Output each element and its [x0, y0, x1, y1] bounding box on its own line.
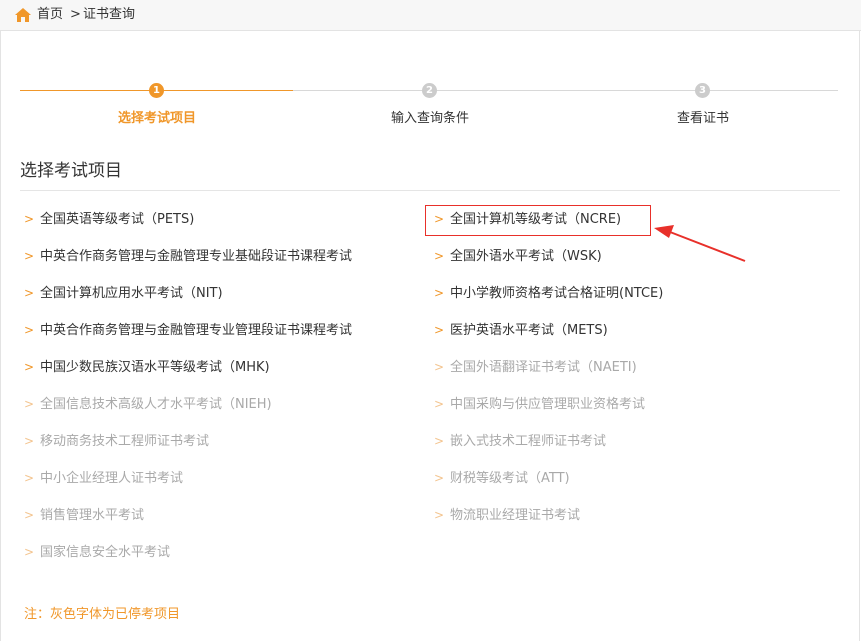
exam-item[interactable]: > 全国外语水平考试（WSK) — [434, 246, 602, 266]
chevron-right-icon: > — [434, 323, 445, 337]
frame-right-border — [859, 30, 860, 641]
exam-item-label: 销售管理水平考试 — [40, 508, 145, 523]
exam-item-label: 中国少数民族汉语水平等级考试（MHK) — [40, 360, 270, 375]
exam-item-label: 中小企业经理人证书考试 — [40, 471, 184, 486]
exam-item-disabled: > 物流职业经理证书考试 — [434, 505, 580, 525]
chevron-right-icon: > — [24, 397, 35, 411]
section-divider — [20, 190, 840, 191]
exam-item-label: 医护英语水平考试（METS) — [450, 323, 608, 338]
exam-item-disabled: > 销售管理水平考试 — [24, 505, 144, 525]
breadcrumb-bar: 首页 > 证书查询 — [0, 0, 861, 31]
exam-item-label: 中英合作商务管理与金融管理专业管理段证书课程考试 — [40, 323, 353, 338]
step-1-label: 选择考试项目 — [117, 111, 196, 126]
exam-item-label: 全国信息技术高级人才水平考试（NIEH) — [40, 397, 272, 412]
exam-item-label: 全国外语水平考试（WSK) — [450, 249, 602, 264]
highlight-box — [425, 205, 651, 236]
chevron-right-icon: > — [434, 508, 445, 522]
exam-item-disabled: > 财税等级考试（ATT) — [434, 468, 570, 488]
step-2-label: 输入查询条件 — [390, 111, 469, 126]
chevron-right-icon: > — [24, 360, 35, 374]
chevron-right-icon: > — [434, 471, 445, 485]
step-1-number: 1 — [149, 83, 164, 98]
chevron-right-icon: > — [24, 212, 35, 226]
red-arrow-icon — [654, 225, 746, 262]
step-3-label: 查看证书 — [676, 111, 729, 126]
exam-item-disabled: > 中小企业经理人证书考试 — [24, 468, 183, 488]
exam-item-label: 物流职业经理证书考试 — [450, 508, 581, 523]
exam-item-label: 中英合作商务管理与金融管理专业基础段证书课程考试 — [40, 249, 353, 264]
exam-item-disabled: > 全国信息技术高级人才水平考试（NIEH) — [24, 394, 272, 414]
exam-item-disabled: > 移动商务技术工程师证书考试 — [24, 431, 209, 451]
exam-item-label: 国家信息安全水平考试 — [40, 545, 171, 560]
exam-item[interactable]: > 中国少数民族汉语水平等级考试（MHK) — [24, 357, 270, 377]
chevron-right-icon: > — [434, 397, 445, 411]
exam-item-disabled: > 嵌入式技术工程师证书考试 — [434, 431, 606, 451]
exam-item[interactable]: > 中英合作商务管理与金融管理专业基础段证书课程考试 — [24, 246, 352, 266]
chevron-right-icon: > — [434, 360, 445, 374]
frame-left-border — [0, 30, 1, 641]
step-3-number: 3 — [695, 83, 710, 98]
section-title: 选择考试项目 — [20, 161, 122, 181]
footnote: 注：灰色字体为已停考项目 — [24, 607, 181, 622]
exam-item-disabled: > 中国采购与供应管理职业资格考试 — [434, 394, 645, 414]
chevron-right-icon: > — [24, 286, 35, 300]
exam-item-label: 财税等级考试（ATT) — [450, 471, 570, 486]
exam-item-label: 中小学教师资格考试合格证明(NTCE) — [450, 286, 664, 301]
chevron-right-icon: > — [434, 249, 445, 263]
chevron-right-icon: > — [24, 545, 35, 559]
exam-item-label: 嵌入式技术工程师证书考试 — [450, 434, 607, 449]
chevron-right-icon: > — [24, 249, 35, 263]
step-2-number: 2 — [422, 83, 437, 98]
chevron-right-icon: > — [24, 508, 35, 522]
breadcrumb-home-link[interactable]: 首页 — [37, 7, 63, 23]
breadcrumb-current: 证书查询 — [83, 7, 136, 22]
exam-item-label: 全国外语翻译证书考试（NAETI) — [450, 360, 637, 375]
breadcrumb-separator: > — [70, 7, 81, 22]
chevron-right-icon: > — [24, 323, 35, 337]
step-progress-line-inactive — [293, 90, 838, 91]
chevron-right-icon: > — [434, 286, 445, 300]
chevron-right-icon: > — [434, 434, 445, 448]
chevron-right-icon: > — [24, 434, 35, 448]
home-icon[interactable] — [14, 7, 32, 23]
exam-item[interactable]: > 医护英语水平考试（METS) — [434, 320, 608, 340]
exam-item-label: 全国计算机应用水平考试（NIT) — [40, 286, 223, 301]
exam-item[interactable]: > 中小学教师资格考试合格证明(NTCE) — [434, 283, 663, 303]
exam-item-disabled: > 国家信息安全水平考试 — [24, 542, 170, 562]
exam-item[interactable]: > 中英合作商务管理与金融管理专业管理段证书课程考试 — [24, 320, 352, 340]
exam-item[interactable]: > 全国英语等级考试（PETS) — [24, 209, 194, 229]
exam-item-disabled: > 全国外语翻译证书考试（NAETI) — [434, 357, 637, 377]
exam-item[interactable]: > 全国计算机应用水平考试（NIT) — [24, 283, 223, 303]
exam-item-label: 中国采购与供应管理职业资格考试 — [450, 397, 646, 412]
chevron-right-icon: > — [24, 471, 35, 485]
exam-item-label: 全国英语等级考试（PETS) — [40, 212, 195, 227]
exam-item-label: 移动商务技术工程师证书考试 — [40, 434, 210, 449]
